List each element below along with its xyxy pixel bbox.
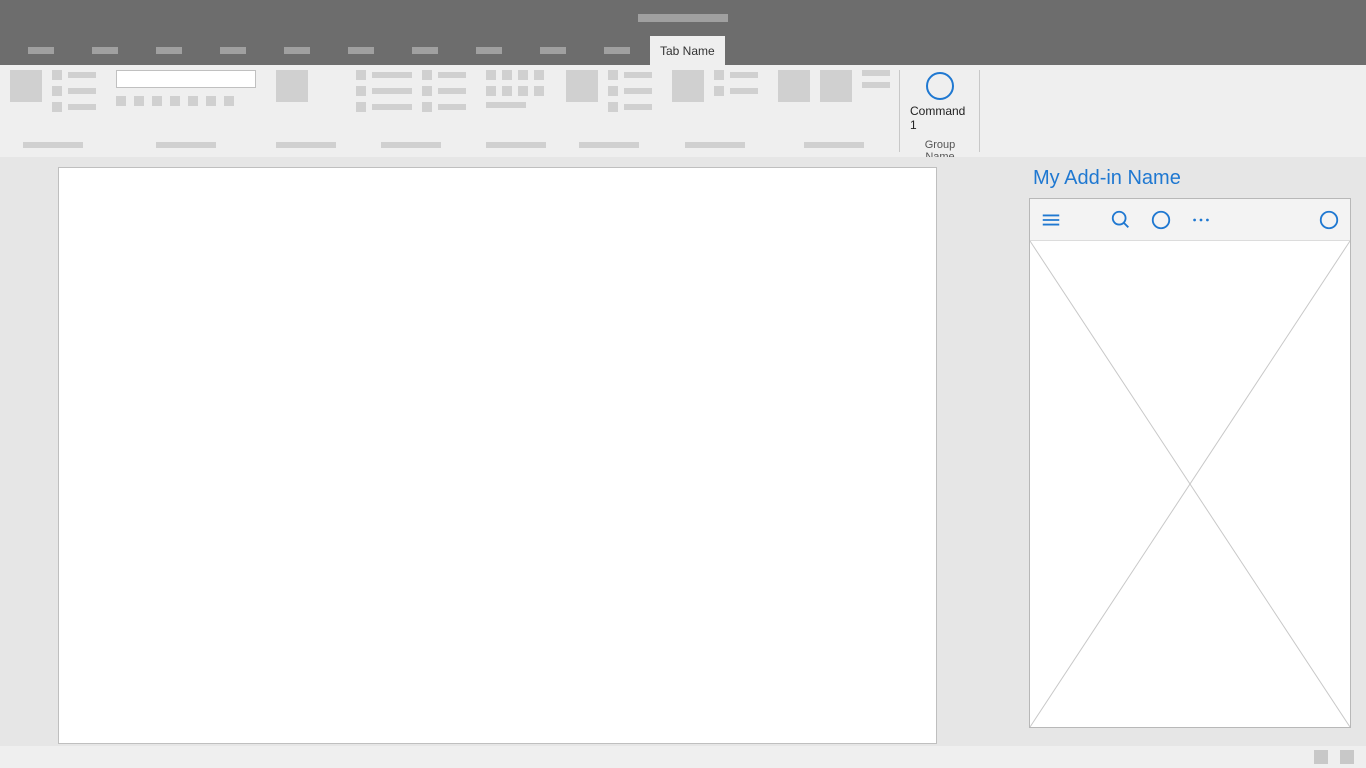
workspace: My Add-in Name (0, 157, 1366, 746)
ribbon-button-placeholder[interactable] (276, 70, 308, 102)
status-bar-view-button[interactable] (1314, 750, 1328, 764)
ribbon-tab-placeholder[interactable] (458, 36, 520, 65)
ribbon-group-placeholder (476, 65, 556, 157)
ribbon-button-placeholder[interactable] (206, 96, 216, 106)
ribbon-tab-placeholder[interactable] (266, 36, 328, 65)
ribbon-group-placeholder (556, 65, 662, 157)
ribbon-group-placeholder (346, 65, 476, 157)
document-page[interactable] (58, 167, 937, 744)
ribbon-tab-placeholder[interactable] (586, 36, 648, 65)
command-1-button[interactable]: Command 1 (910, 70, 970, 132)
ribbon-input-placeholder[interactable] (116, 70, 256, 88)
ribbon-button-placeholder[interactable] (778, 70, 810, 102)
ribbon-button-placeholder[interactable] (134, 96, 144, 106)
ribbon-button-placeholder[interactable] (188, 96, 198, 106)
ribbon: Command 1 Group Name (0, 65, 1366, 157)
ribbon-tab-strip: Tab Name (0, 36, 1366, 65)
ribbon-button-placeholder[interactable] (566, 70, 598, 102)
task-ปane-title: My Add-in Name (1029, 167, 1351, 198)
title-bar (0, 0, 1366, 36)
ribbon-button-placeholder[interactable] (152, 96, 162, 106)
ribbon-group-placeholder (106, 65, 266, 157)
task-pane-frame (1029, 198, 1351, 728)
ribbon-tab-active[interactable]: Tab Name (650, 36, 725, 65)
command-1-label: Command 1 (910, 104, 970, 132)
hamburger-menu-icon[interactable] (1040, 209, 1062, 231)
ribbon-tab-placeholder[interactable] (202, 36, 264, 65)
circle-icon[interactable] (1150, 209, 1172, 231)
ribbon-tab-label: Tab Name (660, 44, 715, 58)
ribbon-button-placeholder[interactable] (116, 96, 126, 106)
ribbon-tab-placeholder[interactable] (10, 36, 72, 65)
status-bar-view-button[interactable] (1340, 750, 1354, 764)
task-pane-toolbar (1030, 199, 1350, 241)
ribbon-tab-placeholder[interactable] (394, 36, 456, 65)
ribbon-group-placeholder (662, 65, 768, 157)
app-title-placeholder (638, 14, 728, 22)
ribbon-tab-placeholder[interactable] (74, 36, 136, 65)
ribbon-button-placeholder[interactable] (170, 96, 180, 106)
circle-icon[interactable] (1318, 209, 1340, 231)
task-pane-content-placeholder (1030, 241, 1350, 727)
ribbon-tab-placeholder[interactable] (330, 36, 392, 65)
ribbon-group-name-label: Group Name (910, 139, 970, 155)
ribbon-group-placeholder (768, 65, 900, 157)
command-1-circle-icon (926, 72, 954, 100)
ribbon-tab-placeholder[interactable] (138, 36, 200, 65)
ribbon-button-placeholder[interactable] (224, 96, 234, 106)
ribbon-button-placeholder[interactable] (820, 70, 852, 102)
status-bar (0, 746, 1366, 768)
more-ellipsis-icon[interactable] (1190, 209, 1212, 231)
ribbon-button-placeholder[interactable] (10, 70, 42, 102)
ribbon-group-command: Command 1 Group Name (900, 65, 980, 157)
ribbon-button-placeholder[interactable] (672, 70, 704, 102)
search-icon[interactable] (1110, 209, 1132, 231)
ribbon-tab-placeholder[interactable] (522, 36, 584, 65)
ribbon-group-placeholder (266, 65, 346, 157)
task-pane: My Add-in Name (1029, 167, 1351, 728)
ribbon-group-placeholder (0, 65, 106, 157)
